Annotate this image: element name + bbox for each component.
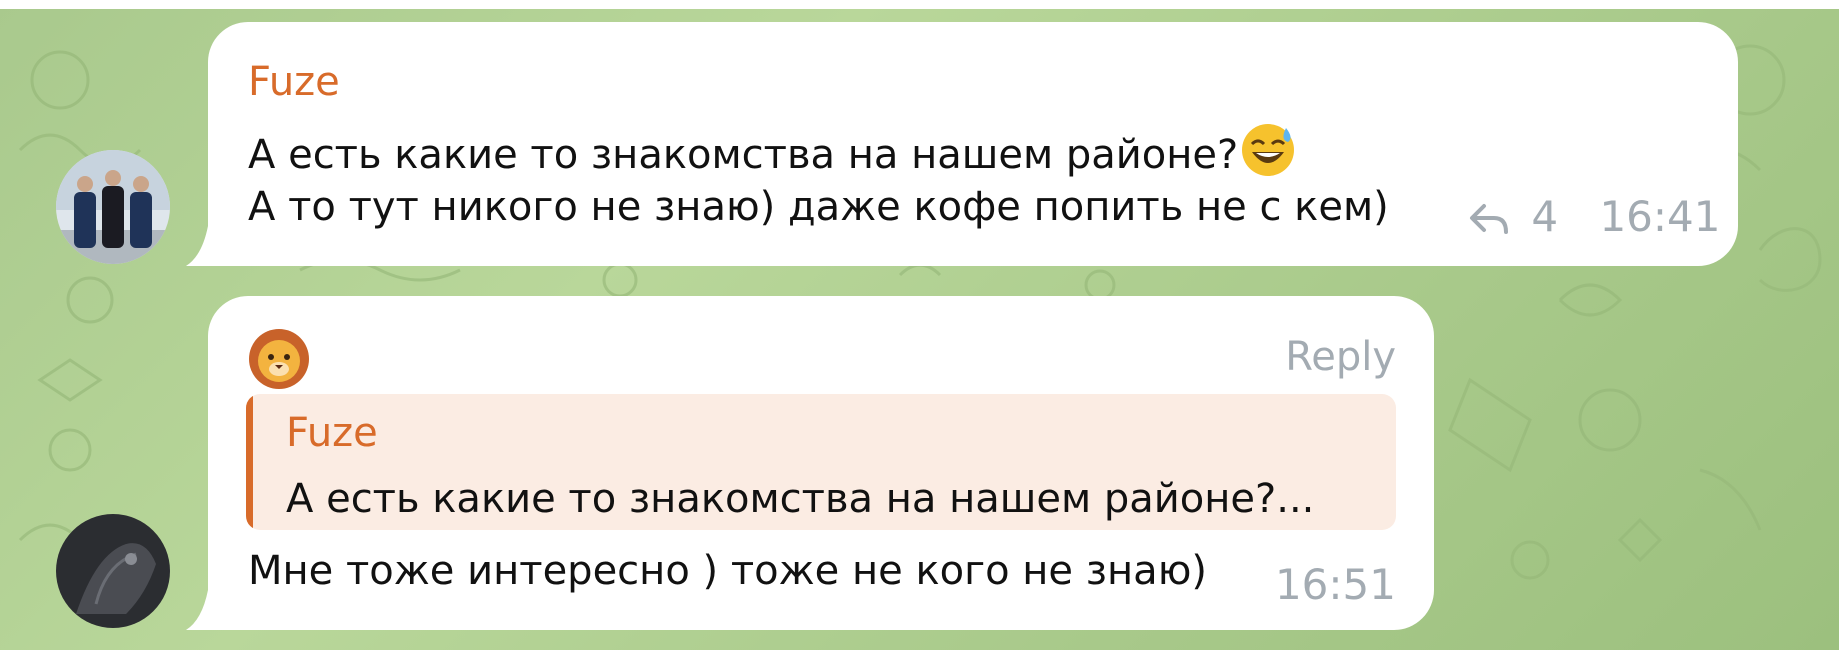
quote-accent-bar: [246, 394, 253, 530]
message-bubble[interactable]: Reply Fuze А есть какие то знакомства на…: [208, 296, 1434, 630]
message-meta: 4 16:41: [1468, 192, 1721, 242]
quote-sender: Fuze: [286, 410, 378, 456]
quoted-message[interactable]: Fuze А есть какие то знакомства на нашем…: [246, 394, 1396, 530]
reply-arrow-icon: [1470, 203, 1508, 234]
message-text: Мне тоже интересно ) тоже не кого не зна…: [248, 548, 1207, 594]
message-text-line-1: А есть какие то знакомства на нашем райо…: [248, 122, 1296, 180]
message-text-line-2: А то тут никого не знаю) даже кофе попит…: [248, 184, 1389, 230]
grinning-sweat-emoji-icon: [1240, 122, 1296, 178]
reply-count: 4: [1531, 192, 1559, 241]
dark-photo-avatar[interactable]: [56, 514, 170, 628]
top-strip: [0, 0, 1839, 9]
message-time: 16:51: [1274, 560, 1396, 609]
group-photo-avatar[interactable]: [56, 150, 170, 264]
message-time: 16:41: [1599, 192, 1721, 241]
replies-button[interactable]: 4: [1468, 192, 1571, 241]
lion-emoji-icon[interactable]: [248, 328, 310, 390]
reply-button[interactable]: Reply: [1285, 332, 1396, 382]
sender-name[interactable]: Fuze: [248, 58, 340, 106]
message-bubble[interactable]: Fuze А есть какие то знакомства на нашем…: [208, 22, 1738, 266]
quote-text: А есть какие то знакомства на нашем райо…: [286, 476, 1315, 522]
